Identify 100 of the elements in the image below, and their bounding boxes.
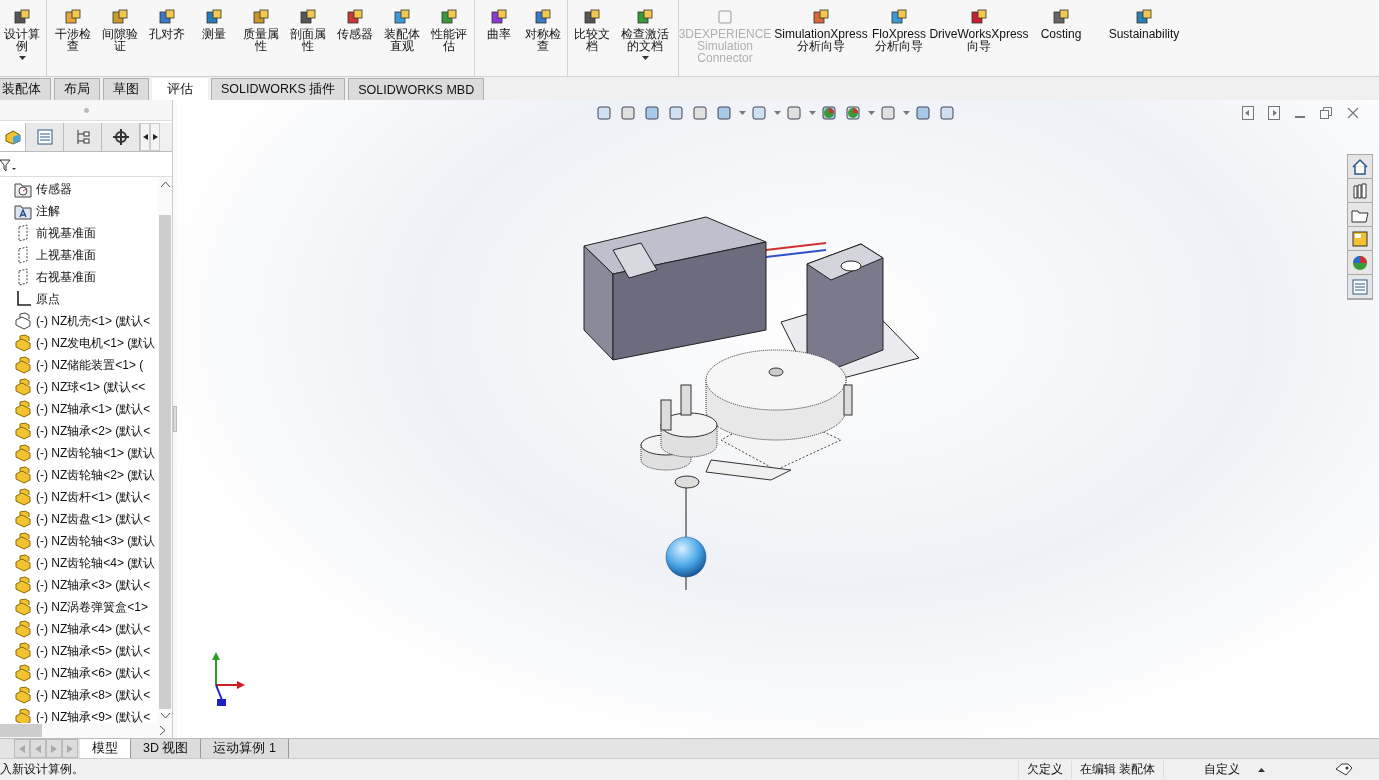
restore-icon[interactable] [1320,107,1333,119]
feature-tree-item[interactable]: (-) NZ发电机<1> (默认 [0,332,158,354]
sheet-tab[interactable]: 模型 [80,739,131,758]
feature-tree-item[interactable]: (-) NZ齿轮轴<2> (默认 [0,464,158,486]
feature-tree-label: (-) NZ轴承<6> (默认< [36,664,151,682]
feature-tree-item[interactable]: (-) NZ轴承<4> (默认< [0,618,158,640]
part-icon [14,510,32,528]
ribbon-button[interactable]: 检查激活的文档 [614,0,676,76]
scroll-right-icon[interactable] [160,726,166,735]
sheet-tab[interactable]: 3D 视图 [131,739,202,758]
feature-tree-label: (-) NZ齿轮轴<2> (默认 [36,466,156,484]
ribbon-button[interactable]: 性能评估 [425,0,472,76]
property-manager-tab[interactable] [26,123,64,151]
ribbon-tab[interactable]: 评估 [152,78,208,100]
tool-icon [583,8,601,26]
part-icon [14,642,32,660]
scrollbar-thumb[interactable] [159,215,171,709]
ribbon-button[interactable]: 设计算例 [0,0,44,76]
sheet-tab[interactable]: 运动算例 1 [201,739,289,758]
feature-tree-item[interactable]: 注解 [0,200,158,222]
feature-tree-item[interactable]: (-) NZ齿轮轴<1> (默认 [0,442,158,464]
ribbon-button[interactable]: 孔对齐 [143,0,190,76]
scroll-right-button[interactable] [150,123,160,151]
ribbon-button[interactable]: 质量属性 [237,0,284,76]
splitter-handle-icon[interactable] [83,107,89,113]
ribbon-button[interactable]: 间隙验证 [96,0,143,76]
ribbon-button[interactable]: Costing [1033,0,1089,76]
feature-tree-item[interactable]: (-) NZ储能装置<1> ( [0,354,158,376]
status-field: 在编辑 装配体 [1070,761,1163,778]
ribbon-button[interactable]: 测量 [190,0,237,76]
tag-icon[interactable] [1335,762,1353,777]
feature-tree-label: (-) NZ齿轮轴<3> (默认 [36,532,156,550]
feature-tree-item[interactable]: (-) NZ球<1> (默认<< [0,376,158,398]
ribbon-button[interactable]: 比较文档 [570,0,614,76]
caret-icon[interactable] [809,111,816,115]
feature-tree-item[interactable]: (-) NZ齿轮轴<4> (默认 [0,552,158,574]
filter-icon[interactable] [0,159,16,171]
feature-tree-label: (-) NZ齿盘<1> (默认< [36,510,151,528]
ribbon-button[interactable]: 干涉检查 [49,0,96,76]
panel-collapse-handle[interactable] [173,406,177,432]
caret-up-icon[interactable] [1258,767,1265,772]
part-outline-icon [14,312,32,330]
list-icon [36,129,53,145]
ribbon-tab[interactable]: 草图 [103,78,149,100]
feature-tree-item[interactable]: (-) NZ机壳<1> (默认< [0,310,158,332]
feature-tree-label: (-) NZ轴承<4> (默认< [36,620,151,638]
feature-tree-item[interactable]: (-) NZ齿盘<1> (默认< [0,508,158,530]
feature-tree-item[interactable]: (-) NZ轴承<1> (默认< [0,398,158,420]
ribbon-tab[interactable]: SOLIDWORKS MBD [348,78,485,100]
left-arrow-icon [35,744,41,753]
ribbon-button[interactable]: 传感器 [331,0,378,76]
feature-tree-item[interactable]: 传感器 [0,178,158,200]
ribbon-button[interactable]: Sustainability [1089,0,1199,76]
feature-tree-label: 上视基准面 [36,246,96,264]
part-icon [14,378,32,396]
ribbon-button[interactable]: DriveWorksXpress 向导 [925,0,1033,76]
tool-icon [636,8,654,26]
feature-tree-item[interactable]: (-) NZ轴承<3> (默认< [0,574,158,596]
dimxpert-tab[interactable] [102,123,140,151]
close-icon[interactable] [1347,107,1359,119]
caret-icon[interactable] [903,111,910,115]
caret-icon[interactable] [774,111,781,115]
status-field[interactable]: 自定义 [1163,761,1258,778]
tool-icon [716,8,734,26]
scrollbar-thumb[interactable] [0,724,42,737]
scroll-left-button[interactable] [140,123,150,151]
tool-icon [890,8,908,26]
feature-tree-item[interactable]: (-) NZ轴承<2> (默认< [0,420,158,442]
feature-tree-item[interactable]: (-) NZ轴承<5> (默认< [0,640,158,662]
feature-tree-item[interactable]: (-) NZ齿轮轴<3> (默认 [0,530,158,552]
feature-tree-item[interactable]: 右视基准面 [0,266,158,288]
feature-tree-item[interactable]: (-) NZ齿杆<1> (默认< [0,486,158,508]
ribbon-button[interactable]: 曲率 [477,0,521,76]
ribbon-tab[interactable]: SOLIDWORKS 插件 [211,78,346,100]
feature-tree-label: (-) NZ齿轮轴<4> (默认 [36,554,156,572]
feature-tree-item[interactable]: (-) NZ轴承<8> (默认< [0,684,158,706]
caret-icon[interactable] [868,111,875,115]
scroll-down-icon[interactable] [160,713,170,719]
ribbon-button[interactable]: 对称检查 [521,0,565,76]
feature-tree-item[interactable]: 前视基准面 [0,222,158,244]
part-icon [14,708,32,723]
previous-window-icon[interactable] [1242,106,1254,120]
part-icon [14,400,32,418]
feature-tree-label: 传感器 [36,180,72,198]
ribbon-button[interactable]: 装配体直观 [378,0,425,76]
caret-icon[interactable] [739,111,746,115]
ribbon-button[interactable]: 剖面属性 [284,0,331,76]
feature-tree-item[interactable]: (-) NZ轴承<6> (默认< [0,662,158,684]
feature-tree-item[interactable]: (-) NZ涡卷弹簧盒<1> [0,596,158,618]
feature-tree-item[interactable]: 原点 [0,288,158,310]
feature-tree-item[interactable]: 上视基准面 [0,244,158,266]
letter-folder-icon [14,202,32,220]
ribbon-button[interactable]: FloXpress 分析向导 [873,0,925,76]
feature-tree-item[interactable]: (-) NZ轴承<9> (默认< [0,706,158,723]
ribbon-tab[interactable]: 布局 [54,78,100,100]
status-field: 欠定义 [1017,761,1071,778]
next-window-icon[interactable] [1268,106,1280,120]
ribbon-tab[interactable]: 装配体 [0,78,51,100]
feature-manager-tab[interactable] [0,123,26,151]
scroll-up-icon[interactable] [160,181,170,187]
